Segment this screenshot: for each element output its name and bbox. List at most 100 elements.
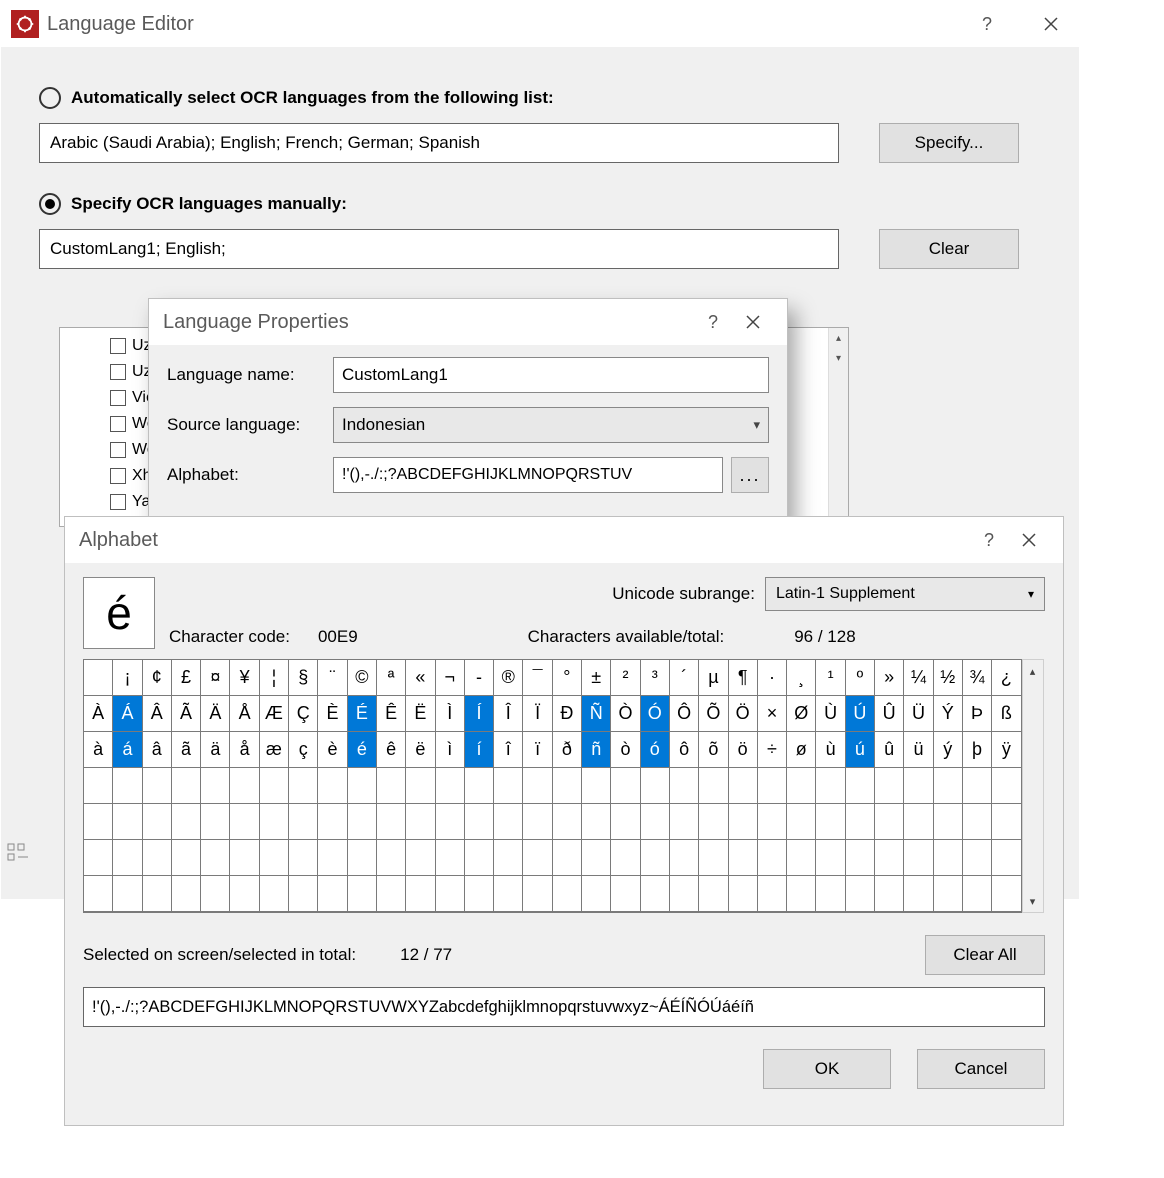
char-cell[interactable]: Â xyxy=(143,696,172,732)
char-cell[interactable]: ¬ xyxy=(436,660,465,696)
char-cell[interactable]: ò xyxy=(611,732,640,768)
char-cell[interactable] xyxy=(963,840,992,876)
char-cell[interactable] xyxy=(582,804,611,840)
char-cell[interactable]: å xyxy=(230,732,259,768)
char-cell[interactable] xyxy=(729,876,758,912)
char-cell[interactable] xyxy=(846,804,875,840)
char-cell[interactable]: Ø xyxy=(787,696,816,732)
char-cell[interactable]: ¶ xyxy=(729,660,758,696)
char-cell[interactable] xyxy=(670,768,699,804)
char-cell[interactable] xyxy=(699,876,728,912)
char-cell[interactable] xyxy=(699,768,728,804)
char-cell[interactable]: Ú xyxy=(846,696,875,732)
checkbox[interactable] xyxy=(110,468,126,484)
char-cell[interactable] xyxy=(260,804,289,840)
char-cell[interactable] xyxy=(787,840,816,876)
char-cell[interactable]: î xyxy=(494,732,523,768)
char-cell[interactable]: ÿ xyxy=(992,732,1021,768)
char-cell[interactable]: ¸ xyxy=(787,660,816,696)
char-cell[interactable] xyxy=(348,804,377,840)
char-cell[interactable] xyxy=(318,804,347,840)
char-cell[interactable] xyxy=(230,876,259,912)
char-cell[interactable] xyxy=(494,804,523,840)
char-cell[interactable] xyxy=(201,840,230,876)
char-cell[interactable]: ¤ xyxy=(201,660,230,696)
props-alphabet-input[interactable]: !'(),-./:;?ABCDEFGHIJKLMNOPQRSTUV xyxy=(333,457,723,493)
char-cell[interactable] xyxy=(113,804,142,840)
char-cell[interactable]: · xyxy=(758,660,787,696)
char-cell[interactable] xyxy=(172,876,201,912)
char-cell[interactable] xyxy=(904,876,933,912)
char-cell[interactable] xyxy=(787,768,816,804)
char-cell[interactable] xyxy=(758,876,787,912)
char-cell[interactable] xyxy=(758,768,787,804)
char-cell[interactable] xyxy=(934,804,963,840)
char-cell[interactable] xyxy=(729,804,758,840)
char-cell[interactable]: ¦ xyxy=(260,660,289,696)
char-cell[interactable] xyxy=(436,804,465,840)
char-cell[interactable]: ö xyxy=(729,732,758,768)
char-cell[interactable]: Ó xyxy=(641,696,670,732)
ok-button[interactable]: OK xyxy=(763,1049,891,1089)
char-cell[interactable]: Ë xyxy=(406,696,435,732)
char-cell[interactable]: Ê xyxy=(377,696,406,732)
char-cell[interactable] xyxy=(816,876,845,912)
char-cell[interactable] xyxy=(963,804,992,840)
char-cell[interactable] xyxy=(875,840,904,876)
char-cell[interactable] xyxy=(84,768,113,804)
char-cell[interactable]: ª xyxy=(377,660,406,696)
char-cell[interactable] xyxy=(553,840,582,876)
char-cell[interactable] xyxy=(494,768,523,804)
char-cell[interactable] xyxy=(84,840,113,876)
char-cell[interactable] xyxy=(553,804,582,840)
char-cell[interactable]: ø xyxy=(787,732,816,768)
char-cell[interactable] xyxy=(84,804,113,840)
char-cell[interactable] xyxy=(436,768,465,804)
help-button[interactable]: ? xyxy=(959,1,1015,47)
char-cell[interactable] xyxy=(846,768,875,804)
char-cell[interactable]: ¼ xyxy=(904,660,933,696)
char-cell[interactable]: Î xyxy=(494,696,523,732)
char-cell[interactable]: © xyxy=(348,660,377,696)
char-cell[interactable] xyxy=(670,876,699,912)
char-cell[interactable] xyxy=(523,840,552,876)
char-cell[interactable]: ¾ xyxy=(963,660,992,696)
char-cell[interactable] xyxy=(670,804,699,840)
char-cell[interactable] xyxy=(846,876,875,912)
char-cell[interactable]: ä xyxy=(201,732,230,768)
char-cell[interactable] xyxy=(230,768,259,804)
char-cell[interactable] xyxy=(143,876,172,912)
char-cell[interactable] xyxy=(348,768,377,804)
props-src-select[interactable]: Indonesian ▾ xyxy=(333,407,769,443)
char-cell[interactable] xyxy=(377,840,406,876)
char-cell[interactable]: ý xyxy=(934,732,963,768)
char-cell[interactable] xyxy=(84,660,113,696)
clear-all-button[interactable]: Clear All xyxy=(925,935,1045,975)
char-cell[interactable]: × xyxy=(758,696,787,732)
char-cell[interactable]: Ñ xyxy=(582,696,611,732)
radio-manual[interactable] xyxy=(39,193,61,215)
props-name-input[interactable]: CustomLang1 xyxy=(333,357,769,393)
char-cell[interactable]: ‑ xyxy=(465,660,494,696)
char-cell[interactable] xyxy=(816,804,845,840)
char-cell[interactable]: Ï xyxy=(523,696,552,732)
checkbox[interactable] xyxy=(110,416,126,432)
checkbox[interactable] xyxy=(110,442,126,458)
char-cell[interactable] xyxy=(875,768,904,804)
char-cell[interactable] xyxy=(641,768,670,804)
char-cell[interactable]: ó xyxy=(641,732,670,768)
char-cell[interactable]: À xyxy=(84,696,113,732)
char-cell[interactable] xyxy=(846,840,875,876)
char-cell[interactable]: Û xyxy=(875,696,904,732)
char-cell[interactable]: µ xyxy=(699,660,728,696)
char-cell[interactable]: Á xyxy=(113,696,142,732)
char-cell[interactable] xyxy=(377,768,406,804)
props-close-button[interactable] xyxy=(733,299,773,345)
language-list-scrollbar[interactable]: ▴ ▾ xyxy=(828,328,848,526)
char-cell[interactable]: ½ xyxy=(934,660,963,696)
char-cell[interactable] xyxy=(260,768,289,804)
char-cell[interactable] xyxy=(318,768,347,804)
char-cell[interactable] xyxy=(904,840,933,876)
char-cell[interactable]: ÷ xyxy=(758,732,787,768)
char-grid-scrollbar[interactable]: ▴ ▾ xyxy=(1022,659,1044,913)
